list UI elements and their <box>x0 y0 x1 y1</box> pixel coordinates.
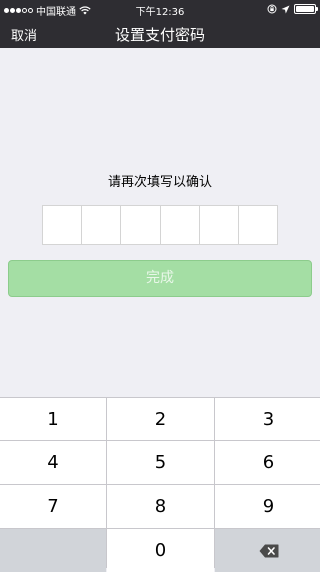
key-blank <box>0 529 106 572</box>
orientation-lock-icon <box>267 4 277 14</box>
status-right <box>267 4 318 14</box>
battery-icon <box>294 4 318 14</box>
numeric-keypad: 1 2 3 4 5 6 7 8 9 0 <box>0 397 320 572</box>
page-title: 设置支付密码 <box>114 26 205 44</box>
pin-digit-box <box>200 206 239 244</box>
pin-digit-box <box>161 206 200 244</box>
battery-tip <box>316 7 318 11</box>
key-8[interactable]: 8 <box>107 485 214 528</box>
delete-key[interactable] <box>215 529 320 572</box>
battery-level <box>296 6 314 12</box>
pin-digit-box <box>121 206 161 244</box>
status-bar: 中国联通 下午12:36 <box>0 0 320 20</box>
key-1[interactable]: 1 <box>0 398 106 440</box>
pin-digit-box <box>43 206 83 244</box>
key-7[interactable]: 7 <box>0 485 106 528</box>
pin-digit-box <box>82 206 122 244</box>
key-3[interactable]: 3 <box>215 398 320 440</box>
navigation-bar: 取消 设置支付密码 <box>0 20 320 48</box>
pin-input[interactable] <box>42 205 278 245</box>
done-button[interactable]: 完成 <box>8 260 312 297</box>
backspace-icon <box>259 544 278 557</box>
pin-digit-box <box>239 206 277 244</box>
key-5[interactable]: 5 <box>107 441 214 484</box>
key-9[interactable]: 9 <box>215 485 320 528</box>
key-6[interactable]: 6 <box>215 441 320 484</box>
key-2[interactable]: 2 <box>107 398 214 440</box>
confirm-prompt: 请再次填写以确认 <box>107 175 212 190</box>
location-arrow-icon <box>281 5 290 13</box>
key-0[interactable]: 0 <box>107 529 214 572</box>
key-4[interactable]: 4 <box>0 441 106 484</box>
